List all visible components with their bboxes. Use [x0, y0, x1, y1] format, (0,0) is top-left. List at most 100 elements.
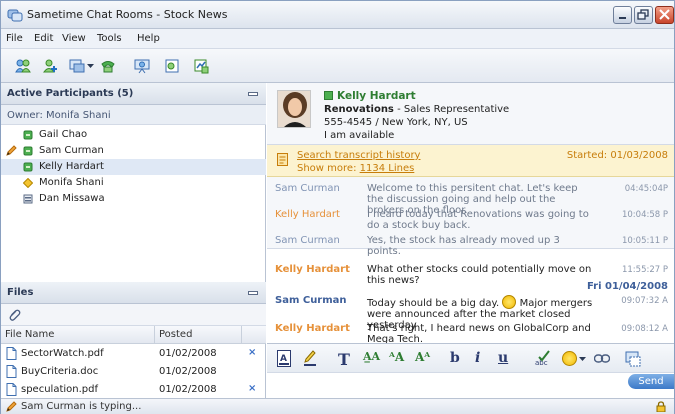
add-person-icon[interactable] [42, 58, 58, 74]
toolbar [1, 49, 674, 83]
file-row[interactable]: BuyCriteria.doc 01/02/2008 [1, 363, 266, 381]
menu-file[interactable]: File [6, 33, 23, 44]
file-name: speculation.pdf [21, 384, 99, 395]
profile-name-row: Kelly Hardart [324, 90, 416, 102]
avatar [277, 90, 311, 128]
started-date: Started: 01/03/2008 [566, 150, 668, 161]
image-icon[interactable] [164, 58, 180, 74]
file-posted: 01/02/2008 [159, 348, 217, 359]
spellcheck-icon[interactable]: abc [535, 350, 551, 367]
available-status-icon [324, 91, 333, 100]
people-icon[interactable] [15, 58, 31, 74]
font-shrink-icon[interactable]: Aᴬ [415, 350, 430, 368]
participant-name: Sam Curman [39, 145, 104, 156]
show-more-link[interactable]: 1134 Lines [360, 163, 415, 174]
participant-monifa-shani[interactable]: Monifa Shani [1, 175, 266, 191]
pencil-icon [6, 401, 17, 412]
chevron-down-icon[interactable] [579, 357, 586, 362]
restore-button[interactable] [634, 6, 653, 24]
profile-company: Renovations [324, 104, 394, 115]
message-sender: Kelly Hardart [275, 209, 340, 220]
remove-file-button[interactable]: × [248, 383, 256, 394]
font-grow-icon[interactable]: ᴬA [389, 350, 404, 368]
menu-edit[interactable]: Edit [34, 33, 53, 44]
chat-panel: Kelly Hardart Renovations - Sales Repres… [267, 83, 674, 398]
participant-name: Gail Chao [39, 129, 88, 140]
away-status-icon [23, 178, 33, 188]
left-panel: Active Participants (5) Owner: Monifa Sh… [1, 83, 266, 398]
bold-icon[interactable]: b [450, 350, 460, 368]
message-sender: Sam Curman [275, 183, 340, 194]
file-row[interactable]: speculation.pdf 01/02/2008 × [1, 381, 266, 399]
document-icon [6, 383, 17, 396]
participant-sam-curman[interactable]: Sam Curman [1, 143, 266, 159]
file-row[interactable]: SectorWatch.pdf 01/02/2008 × [1, 345, 266, 363]
message-input[interactable]: Send [267, 374, 674, 398]
files-title: Files [7, 287, 34, 298]
send-button[interactable]: Send [628, 374, 674, 389]
message-time: 10:05:11 P [621, 236, 668, 246]
screen-capture-icon[interactable] [625, 351, 641, 367]
text-color-icon[interactable]: A̲A [363, 350, 380, 368]
message-time: 09:08:12 A [621, 324, 668, 334]
file-name: BuyCriteria.doc [21, 366, 99, 377]
message-text: That's right, I heard news on GlobalCorp… [367, 323, 591, 345]
document-icon [6, 347, 17, 360]
profile-name: Kelly Hardart [337, 90, 416, 102]
phone-icon[interactable] [100, 58, 116, 74]
message-text: I heard today that Renovations was going… [367, 209, 589, 231]
participant-kelly-hardart[interactable]: Kelly Hardart [1, 159, 266, 175]
close-icon [659, 9, 670, 20]
underline-icon[interactable]: u [498, 350, 508, 368]
italic-icon[interactable]: i [475, 350, 480, 368]
svg-text:A: A [280, 354, 287, 364]
file-posted: 01/02/2008 [159, 366, 217, 377]
col-file-name[interactable]: File Name [5, 329, 54, 340]
participants-title: Active Participants (5) [7, 88, 134, 99]
col-posted[interactable]: Posted [159, 329, 192, 340]
profile-title-row: Renovations - Sales Representative [324, 104, 509, 115]
format-toolbar: A T A̲A ᴬA Aᴬ b i u abc [267, 343, 674, 373]
close-button[interactable] [655, 6, 674, 24]
link-icon[interactable] [594, 354, 610, 363]
menu-tools[interactable]: Tools [97, 33, 122, 44]
participant-gail-chao[interactable]: Gail Chao [1, 127, 266, 143]
font-icon[interactable]: T [338, 350, 350, 369]
video-icon[interactable] [134, 58, 150, 74]
pencil-icon [6, 145, 17, 156]
message-sender: Kelly Hardart [275, 323, 350, 334]
message-time: 11:55:27 P [621, 265, 668, 275]
files-header: Files [1, 282, 266, 304]
available-status-icon [23, 130, 33, 140]
remove-file-button[interactable]: × [248, 347, 256, 358]
minimize-icon [619, 17, 626, 19]
restore-icon [637, 9, 649, 20]
chevron-down-icon[interactable] [87, 64, 94, 69]
file-posted: 01/02/2008 [159, 384, 217, 395]
search-transcript-link[interactable]: Search transcript history [297, 150, 420, 161]
transcript-icon [277, 153, 288, 166]
menu-help[interactable]: Help [137, 33, 160, 44]
emoticon-icon[interactable] [562, 351, 577, 366]
chat-window: Sametime Chat Rooms - Stock News File Ed… [0, 0, 675, 414]
paperclip-icon[interactable] [7, 308, 21, 322]
highlight-icon[interactable] [303, 349, 317, 367]
participant-dan-missawa[interactable]: Dan Missawa [1, 191, 266, 207]
meeting-status-icon [23, 194, 33, 204]
message-sender: Sam Curman [275, 235, 340, 246]
available-status-icon [23, 162, 33, 172]
message-sender: Sam Curman [275, 295, 347, 306]
collapse-files-button[interactable] [248, 291, 258, 295]
typing-status: Sam Curman is typing... [21, 401, 142, 412]
screen-share-icon[interactable] [69, 58, 85, 74]
show-more-row: Show more: 1134 Lines [297, 163, 414, 174]
menu-bar: File Edit View Tools Help [1, 29, 674, 49]
files-toolbar [1, 304, 266, 326]
minimize-button[interactable] [613, 6, 632, 24]
date-separator: Fri 01/04/2008 [586, 281, 668, 292]
transcript-history: Sam Curman Welcome to this persitent cha… [267, 177, 674, 257]
menu-view[interactable]: View [62, 33, 86, 44]
text-style-icon[interactable]: A [277, 350, 291, 367]
collapse-participants-button[interactable] [248, 92, 258, 96]
whiteboard-icon[interactable] [193, 58, 209, 74]
